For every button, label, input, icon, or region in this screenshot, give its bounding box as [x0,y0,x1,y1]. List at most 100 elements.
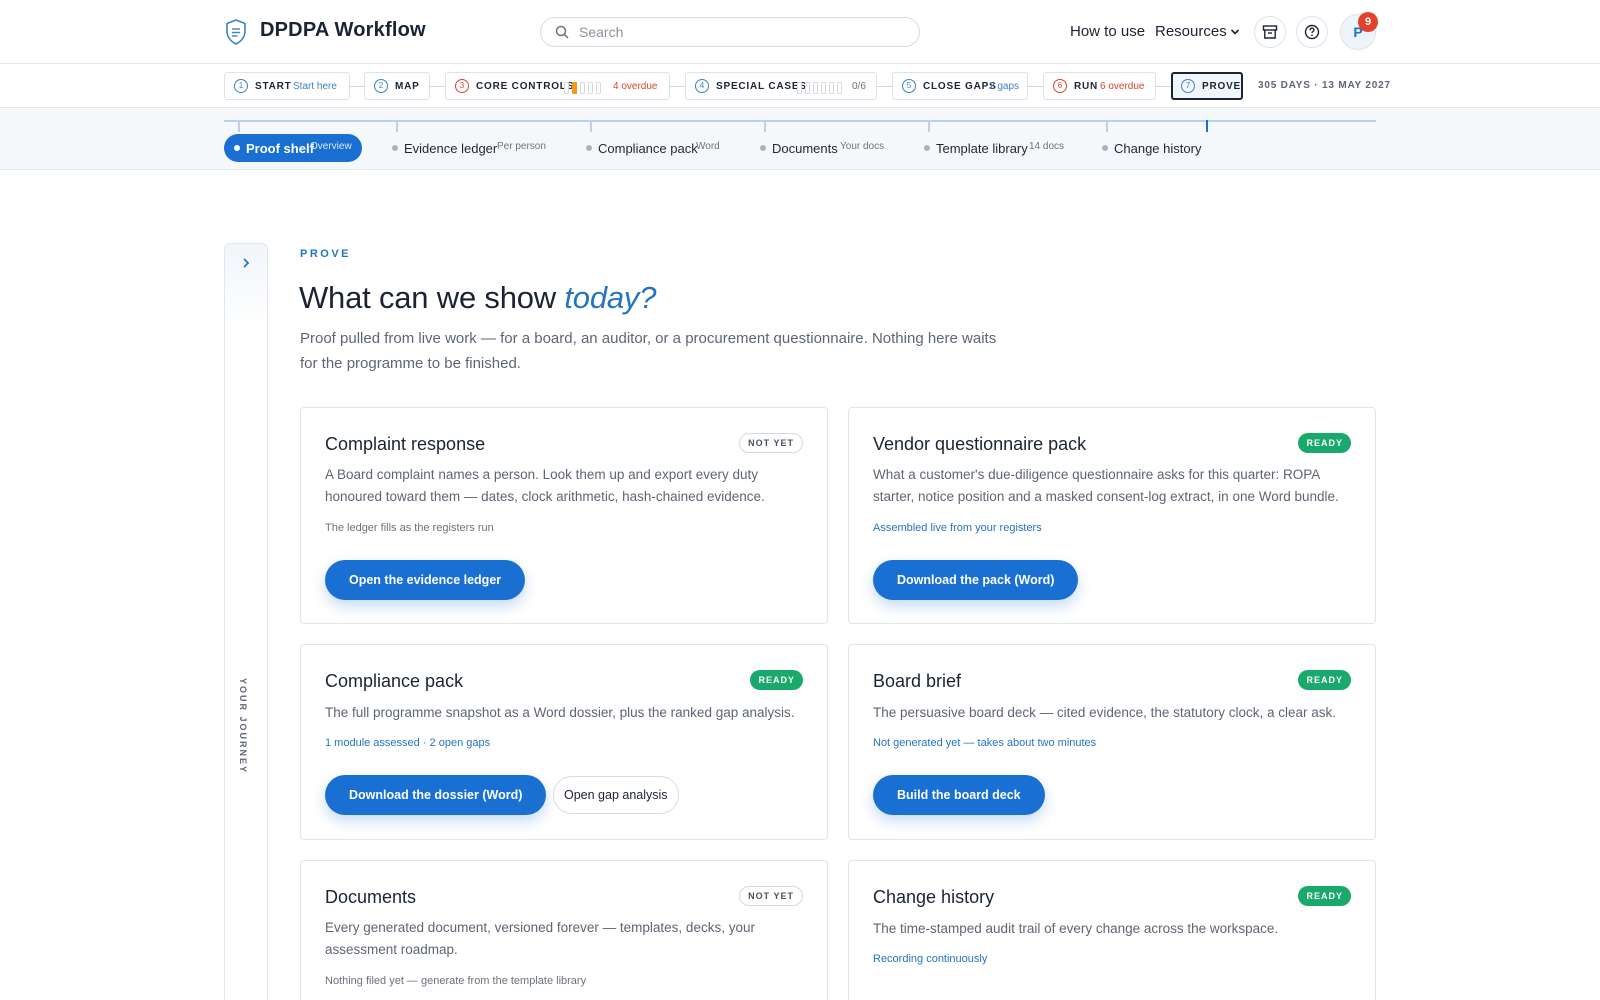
step-name: START [255,81,292,92]
help-icon [1304,24,1320,40]
step-connector [1028,86,1043,87]
step-meta: 6 overdue [1100,81,1145,92]
subtab-dot [760,145,766,151]
card-board-brief: Board brief READY The persuasive board d… [848,644,1376,840]
top-header: DPDPA Workflow How to use Resources P 9 [0,0,1600,64]
progress-segment [805,82,810,94]
page-title-emphasis: today? [564,280,657,315]
subtab-tick [396,120,398,132]
card-note: 1 module assessed · 2 open gaps [325,737,491,749]
progress-segment [580,82,585,94]
step-name: CORE CONTROLS [476,81,575,92]
progress-segment [564,82,569,94]
status-badge: READY [1298,433,1351,453]
search-input[interactable] [579,21,899,43]
subtab-proof-shelf[interactable]: Proof shelf Overview [224,134,362,162]
step-number: 6 [1053,79,1067,93]
card-note: Recording continuously [873,953,988,965]
step-map[interactable]: 2 MAP [364,72,430,100]
step-prove[interactable]: 7 PROVE [1171,72,1243,100]
card-note: The ledger fills as the registers run [325,522,494,534]
progress-segment [572,82,577,94]
step-connector [670,86,685,87]
search-box[interactable] [540,17,920,47]
subtab-dot [392,145,398,151]
search-icon [555,25,569,39]
step-number: 4 [695,79,709,93]
card-title: Change history [873,887,995,907]
deadline-countdown: 305 DAYS · 13 MAY 2027 [1258,80,1391,91]
subtab-label: Template library [936,141,1028,156]
prove-subtabs: Proof shelf Overview Evidence ledger Per… [0,108,1600,170]
card-title: Vendor questionnaire pack [873,434,1087,454]
step-close-gaps[interactable]: 5 CLOSE GAPS 2 gaps [892,72,1028,100]
resources-label: Resources [1155,23,1227,40]
card-description: The time-stamped audit trail of every ch… [873,921,1279,936]
card-documents: Documents NOT YET Every generated docume… [300,860,828,1000]
chevron-right-icon [243,258,250,268]
progress-segment [596,82,601,94]
journey-rail[interactable] [224,243,268,1000]
subtab-change-history[interactable]: Change history [1102,134,1212,162]
step-connector [430,86,445,87]
card-note: Assembled live from your registers [873,522,1042,534]
step-name: PROVE [1202,81,1242,92]
step-meta: 4 overdue [613,81,658,92]
status-badge: READY [1298,886,1351,906]
download-dossier-button[interactable]: Download the dossier (Word) [325,775,547,815]
card-compliance-pack: Compliance pack READY The full programme… [300,644,828,840]
help-button[interactable] [1296,16,1328,48]
section-eyebrow: PROVE [300,248,352,260]
archive-button[interactable] [1254,16,1286,48]
step-name: CLOSE GAPS [923,81,997,92]
step-name: RUN [1074,81,1099,92]
subtab-dot [586,145,592,151]
notification-badge[interactable]: 9 [1358,12,1378,32]
subtab-label: Documents [772,141,838,156]
app-title[interactable]: DPDPA Workflow [260,19,426,42]
shield-logo-icon [226,19,246,45]
download-pack-button[interactable]: Download the pack (Word) [873,560,1079,600]
subtab-documents[interactable]: Documents Your docs [760,134,900,162]
step-start[interactable]: 1 START Start here [224,72,350,100]
page-subtitle: Proof pulled from live work — for a boar… [300,330,997,372]
card-description: The persuasive board deck — cited eviden… [873,705,1336,720]
step-meta: 0/6 [852,81,866,92]
open-gap-analysis-button[interactable]: Open gap analysis [553,776,679,814]
how-to-use-link[interactable]: How to use [1070,23,1145,40]
step-run[interactable]: 6 RUN 6 overdue [1043,72,1156,100]
card-complaint-response: Complaint response NOT YET A Board compl… [300,407,828,624]
subtab-evidence-ledger[interactable]: Evidence ledger Per person [392,134,562,162]
card-note: Nothing filed yet — generate from the te… [325,975,587,987]
subtab-compliance-pack[interactable]: Compliance pack Word [586,134,731,162]
subtab-tick [764,120,766,132]
build-board-deck-button[interactable]: Build the board deck [873,775,1045,815]
subtab-hint: Overview [310,141,352,152]
card-description: What a customer's due-diligence question… [873,467,1339,504]
archive-icon [1262,25,1278,39]
subtab-hint: Per person [497,141,546,152]
subtab-hint: Word [696,141,720,152]
step-core-controls[interactable]: 3 CORE CONTROLS 4 overdue [445,72,670,100]
step-number: 2 [374,79,388,93]
page-title-text: What can we show [299,280,565,315]
journey-rail-label: YOUR JOURNEY [238,678,248,775]
subtab-template-library[interactable]: Template library 14 docs [924,134,1074,162]
subtab-dot [1102,145,1108,151]
subtab-label: Change history [1114,141,1202,156]
step-number: 1 [234,79,248,93]
step-number: 3 [455,79,469,93]
subtab-label: Proof shelf [246,141,314,156]
progress-segment [837,82,842,94]
card-title: Board brief [873,671,962,691]
subtab-tick [238,120,240,132]
open-evidence-ledger-button[interactable]: Open the evidence ledger [325,560,526,600]
progress-segment [821,82,826,94]
progress-segment [829,82,834,94]
resources-menu[interactable]: Resources [1155,23,1240,40]
card-description: Every generated document, versioned fore… [325,920,755,957]
step-special-cases[interactable]: 4 SPECIAL CASES 0/6 [685,72,877,100]
step-number: 7 [1181,79,1195,93]
subtab-label: Compliance pack [598,141,698,156]
subtab-dot [924,145,930,151]
